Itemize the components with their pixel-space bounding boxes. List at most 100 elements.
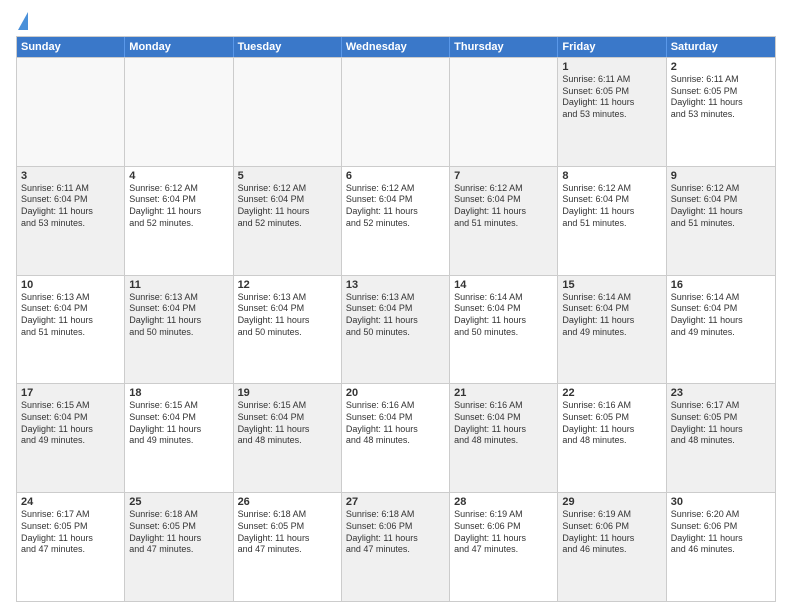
calendar-cell: 25Sunrise: 6:18 AMSunset: 6:05 PMDayligh…: [125, 493, 233, 601]
calendar-cell: 7Sunrise: 6:12 AMSunset: 6:04 PMDaylight…: [450, 167, 558, 275]
cell-line: Daylight: 11 hours: [238, 533, 337, 545]
calendar-cell: 26Sunrise: 6:18 AMSunset: 6:05 PMDayligh…: [234, 493, 342, 601]
cell-line: and 50 minutes.: [129, 327, 228, 339]
cell-line: Sunset: 6:06 PM: [562, 521, 661, 533]
cell-line: and 48 minutes.: [238, 435, 337, 447]
cell-line: Sunset: 6:04 PM: [454, 303, 553, 315]
cell-line: Sunrise: 6:12 AM: [454, 183, 553, 195]
day-number: 26: [238, 496, 337, 508]
calendar-header-cell: Friday: [558, 37, 666, 57]
calendar-header: SundayMondayTuesdayWednesdayThursdayFrid…: [17, 37, 775, 57]
cell-line: Sunset: 6:04 PM: [562, 194, 661, 206]
cell-line: Sunrise: 6:11 AM: [21, 183, 120, 195]
cell-line: Sunset: 6:04 PM: [21, 412, 120, 424]
cell-line: and 51 minutes.: [454, 218, 553, 230]
cell-line: and 48 minutes.: [562, 435, 661, 447]
calendar-header-cell: Tuesday: [234, 37, 342, 57]
calendar-cell: 8Sunrise: 6:12 AMSunset: 6:04 PMDaylight…: [558, 167, 666, 275]
cell-line: Sunset: 6:04 PM: [346, 194, 445, 206]
calendar-header-cell: Saturday: [667, 37, 775, 57]
cell-line: Daylight: 11 hours: [562, 97, 661, 109]
day-number: 6: [346, 170, 445, 182]
cell-line: Sunset: 6:04 PM: [129, 194, 228, 206]
cell-line: Daylight: 11 hours: [129, 206, 228, 218]
cell-line: Sunrise: 6:12 AM: [238, 183, 337, 195]
cell-line: and 47 minutes.: [346, 544, 445, 556]
cell-line: Daylight: 11 hours: [671, 97, 771, 109]
day-number: 9: [671, 170, 771, 182]
calendar-cell: [450, 58, 558, 166]
calendar-cell: 29Sunrise: 6:19 AMSunset: 6:06 PMDayligh…: [558, 493, 666, 601]
cell-line: Sunset: 6:04 PM: [671, 303, 771, 315]
cell-line: Sunset: 6:04 PM: [454, 194, 553, 206]
cell-line: Sunrise: 6:12 AM: [671, 183, 771, 195]
day-number: 13: [346, 279, 445, 291]
day-number: 10: [21, 279, 120, 291]
day-number: 30: [671, 496, 771, 508]
cell-line: Daylight: 11 hours: [238, 424, 337, 436]
cell-line: and 48 minutes.: [454, 435, 553, 447]
cell-line: Daylight: 11 hours: [346, 315, 445, 327]
cell-line: Sunset: 6:06 PM: [346, 521, 445, 533]
day-number: 4: [129, 170, 228, 182]
cell-line: Daylight: 11 hours: [671, 424, 771, 436]
day-number: 15: [562, 279, 661, 291]
cell-line: Daylight: 11 hours: [21, 424, 120, 436]
cell-line: and 49 minutes.: [21, 435, 120, 447]
cell-line: and 52 minutes.: [346, 218, 445, 230]
cell-line: Sunrise: 6:12 AM: [562, 183, 661, 195]
calendar-cell: 28Sunrise: 6:19 AMSunset: 6:06 PMDayligh…: [450, 493, 558, 601]
cell-line: Sunset: 6:04 PM: [21, 303, 120, 315]
cell-line: Sunrise: 6:18 AM: [238, 509, 337, 521]
day-number: 27: [346, 496, 445, 508]
calendar-cell: 10Sunrise: 6:13 AMSunset: 6:04 PMDayligh…: [17, 276, 125, 384]
day-number: 25: [129, 496, 228, 508]
cell-line: Sunset: 6:06 PM: [671, 521, 771, 533]
cell-line: Daylight: 11 hours: [562, 315, 661, 327]
calendar-cell: [17, 58, 125, 166]
cell-line: Daylight: 11 hours: [671, 315, 771, 327]
cell-line: Daylight: 11 hours: [238, 206, 337, 218]
cell-line: Daylight: 11 hours: [346, 533, 445, 545]
cell-line: Sunrise: 6:13 AM: [21, 292, 120, 304]
cell-line: Sunset: 6:04 PM: [238, 303, 337, 315]
cell-line: Sunset: 6:04 PM: [129, 412, 228, 424]
cell-line: Sunset: 6:04 PM: [238, 194, 337, 206]
cell-line: Sunrise: 6:16 AM: [562, 400, 661, 412]
calendar-cell: 27Sunrise: 6:18 AMSunset: 6:06 PMDayligh…: [342, 493, 450, 601]
cell-line: Sunset: 6:04 PM: [238, 412, 337, 424]
cell-line: Sunrise: 6:12 AM: [129, 183, 228, 195]
cell-line: Sunrise: 6:11 AM: [671, 74, 771, 86]
cell-line: and 51 minutes.: [562, 218, 661, 230]
cell-line: and 46 minutes.: [671, 544, 771, 556]
day-number: 11: [129, 279, 228, 291]
cell-line: and 46 minutes.: [562, 544, 661, 556]
calendar-cell: 14Sunrise: 6:14 AMSunset: 6:04 PMDayligh…: [450, 276, 558, 384]
cell-line: and 47 minutes.: [21, 544, 120, 556]
cell-line: and 50 minutes.: [238, 327, 337, 339]
cell-line: Sunset: 6:05 PM: [562, 86, 661, 98]
calendar-cell: [125, 58, 233, 166]
calendar: SundayMondayTuesdayWednesdayThursdayFrid…: [16, 36, 776, 602]
calendar-cell: 3Sunrise: 6:11 AMSunset: 6:04 PMDaylight…: [17, 167, 125, 275]
cell-line: Daylight: 11 hours: [129, 533, 228, 545]
calendar-cell: 9Sunrise: 6:12 AMSunset: 6:04 PMDaylight…: [667, 167, 775, 275]
cell-line: Sunrise: 6:17 AM: [671, 400, 771, 412]
calendar-row: 1Sunrise: 6:11 AMSunset: 6:05 PMDaylight…: [17, 57, 775, 166]
day-number: 2: [671, 61, 771, 73]
cell-line: Daylight: 11 hours: [562, 424, 661, 436]
cell-line: and 47 minutes.: [129, 544, 228, 556]
cell-line: Sunrise: 6:18 AM: [346, 509, 445, 521]
cell-line: and 49 minutes.: [562, 327, 661, 339]
cell-line: and 52 minutes.: [129, 218, 228, 230]
cell-line: and 47 minutes.: [454, 544, 553, 556]
calendar-row: 17Sunrise: 6:15 AMSunset: 6:04 PMDayligh…: [17, 383, 775, 492]
calendar-cell: 13Sunrise: 6:13 AMSunset: 6:04 PMDayligh…: [342, 276, 450, 384]
logo: [16, 12, 28, 28]
calendar-cell: [342, 58, 450, 166]
cell-line: Sunrise: 6:15 AM: [129, 400, 228, 412]
cell-line: Sunrise: 6:15 AM: [21, 400, 120, 412]
calendar-row: 3Sunrise: 6:11 AMSunset: 6:04 PMDaylight…: [17, 166, 775, 275]
cell-line: Sunrise: 6:14 AM: [562, 292, 661, 304]
cell-line: Sunrise: 6:15 AM: [238, 400, 337, 412]
